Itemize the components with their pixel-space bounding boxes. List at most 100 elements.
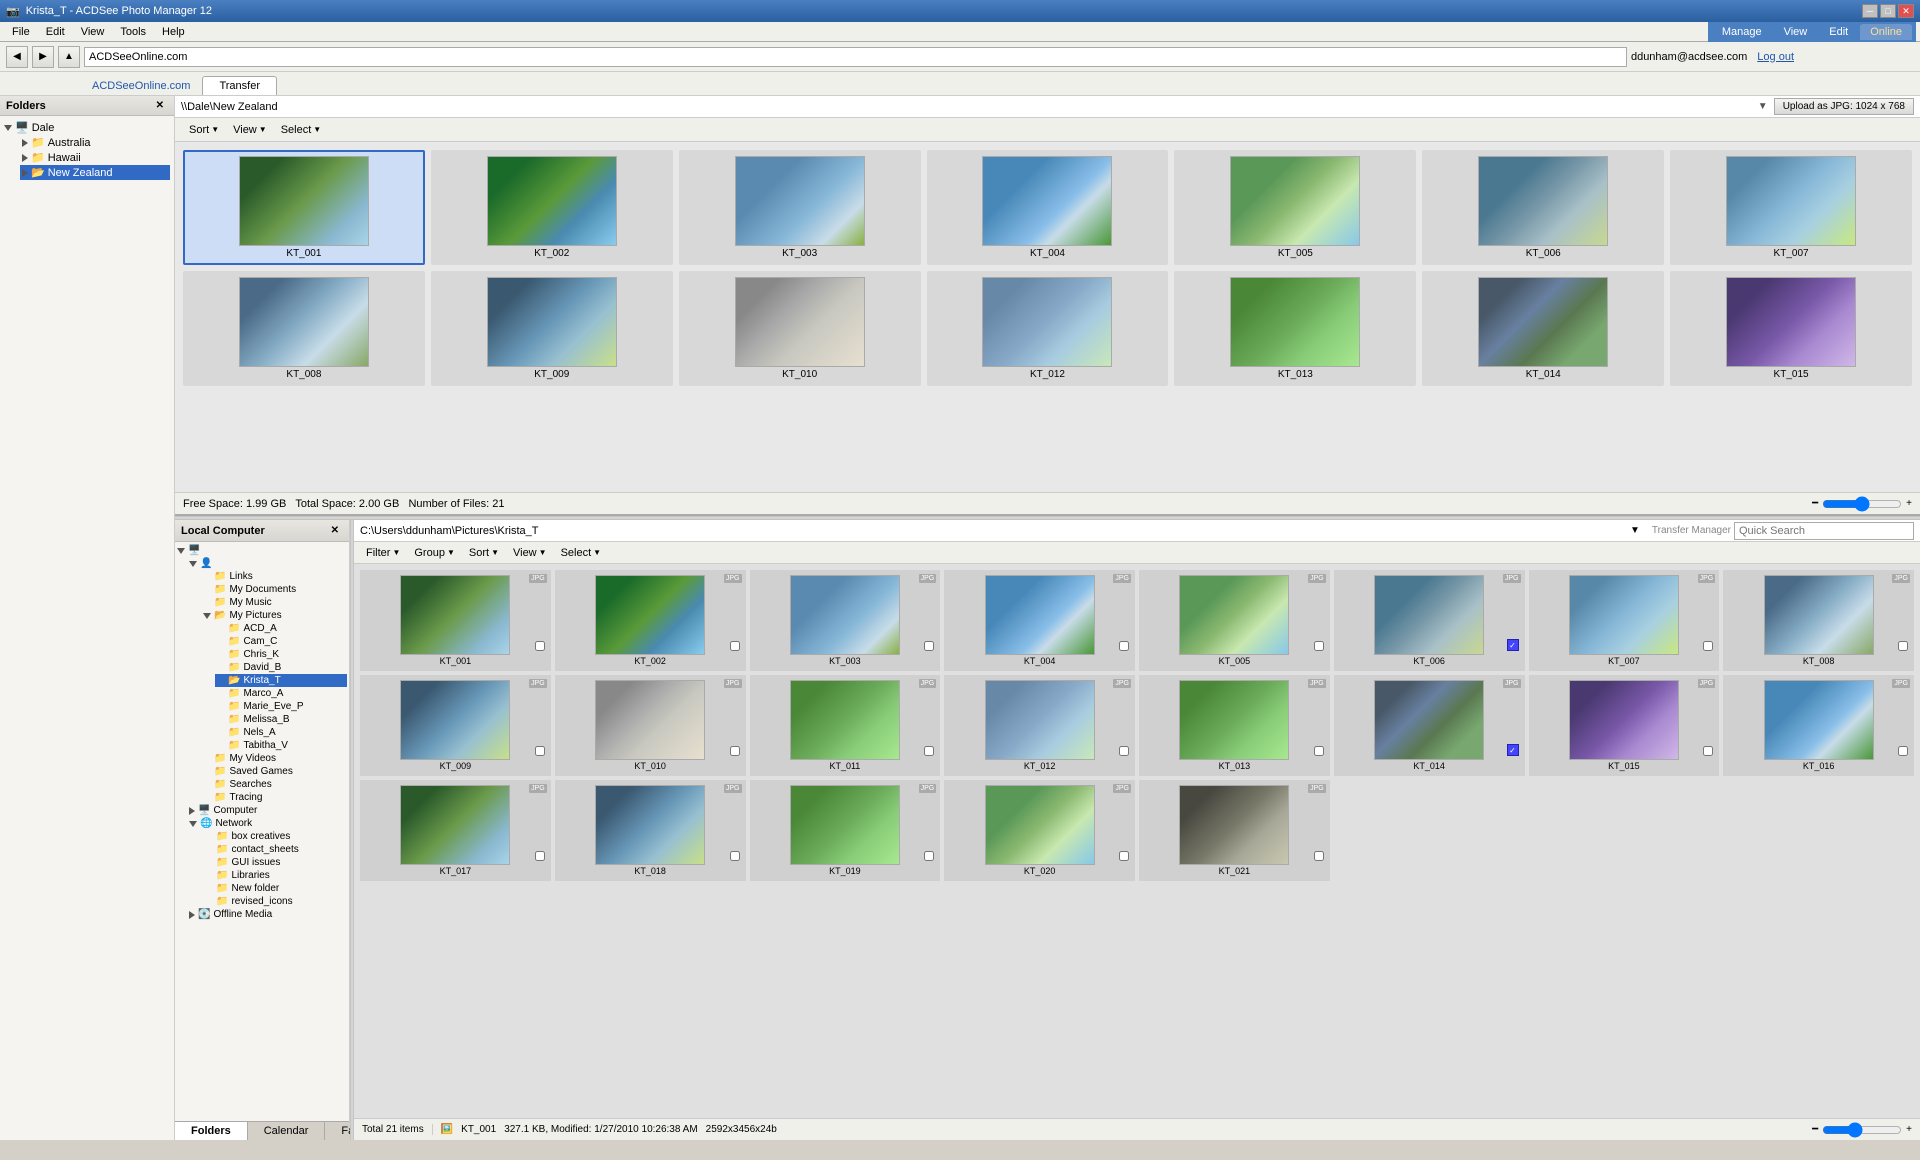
local-thumb-KT_009[interactable]: JPG KT_009	[360, 675, 551, 776]
local-folder-boxcreatives[interactable]: 📁 box creatives	[203, 830, 347, 843]
thumb-checkbox-KT_009[interactable]	[535, 746, 545, 756]
local-path-dropdown[interactable]: ▼	[1630, 525, 1640, 536]
up-button[interactable]: ▲	[58, 46, 80, 68]
thumb-checkbox-KT_003[interactable]	[924, 641, 934, 651]
local-folder-guiissues[interactable]: 📁 GUI issues	[203, 856, 347, 869]
local-thumb-KT_015[interactable]: JPG KT_015	[1529, 675, 1720, 776]
remote-thumb-KT_008[interactable]: KT_008	[183, 271, 425, 386]
thumb-checkbox-KT_002[interactable]	[730, 641, 740, 651]
local-thumb-KT_004[interactable]: JPG KT_004	[944, 570, 1135, 671]
local-thumb-KT_014[interactable]: JPG KT_014 ✓	[1334, 675, 1525, 776]
local-thumb-KT_010[interactable]: JPG KT_010	[555, 675, 746, 776]
thumb-checkbox-KT_004[interactable]	[1119, 641, 1129, 651]
local-thumb-KT_021[interactable]: JPG KT_021	[1139, 780, 1330, 881]
menu-edit[interactable]: Edit	[38, 24, 73, 40]
local-folder-mymusic[interactable]: 📁 My Music	[201, 596, 347, 609]
local-select-button[interactable]: Select ▼	[555, 545, 608, 561]
remote-thumb-KT_006[interactable]: KT_006	[1422, 150, 1664, 265]
local-thumb-KT_018[interactable]: JPG KT_018	[555, 780, 746, 881]
remote-path-input[interactable]	[181, 101, 1754, 113]
thumb-checkbox-KT_007[interactable]	[1703, 641, 1713, 651]
folder-dale[interactable]: 🖥️ Dale	[4, 120, 170, 135]
remote-thumb-KT_015[interactable]: KT_015	[1670, 271, 1912, 386]
remote-thumb-KT_004[interactable]: KT_004	[927, 150, 1169, 265]
thumb-checkbox-KT_015[interactable]	[1703, 746, 1713, 756]
logout-link[interactable]: Log out	[1757, 51, 1794, 63]
mode-tab-edit[interactable]: Edit	[1819, 24, 1858, 40]
minimize-button[interactable]: ─	[1862, 4, 1878, 18]
search-input[interactable]	[1734, 522, 1914, 540]
menu-tools[interactable]: Tools	[112, 24, 154, 40]
local-folder-libraries[interactable]: 📁 Libraries	[203, 869, 347, 882]
mode-tab-online[interactable]: Online	[1860, 24, 1912, 40]
local-folder-contactsheets[interactable]: 📁 contact_sheets	[203, 843, 347, 856]
local-close-button[interactable]: ✕	[327, 524, 343, 537]
zoom-slider-remote[interactable]	[1822, 498, 1902, 510]
remote-thumb-KT_001[interactable]: KT_001	[183, 150, 425, 265]
thumb-checkbox-KT_013[interactable]	[1314, 746, 1324, 756]
local-thumb-KT_006[interactable]: JPG KT_006 ✓	[1334, 570, 1525, 671]
thumb-checkbox-KT_011[interactable]	[924, 746, 934, 756]
local-folder-links[interactable]: 📁 Links	[201, 570, 347, 583]
local-group-button[interactable]: Group ▼	[408, 545, 461, 561]
back-button[interactable]: ◀	[6, 46, 28, 68]
local-folder-network[interactable]: 🌐 Network	[177, 817, 347, 830]
mode-tab-manage[interactable]: Manage	[1712, 24, 1772, 40]
folders-close-button[interactable]: ✕	[152, 99, 168, 112]
menu-help[interactable]: Help	[154, 24, 193, 40]
zoom-slider-local[interactable]	[1822, 1124, 1902, 1136]
local-folder-offlinemedia[interactable]: 💽 Offline Media	[177, 908, 347, 921]
local-folder-mypictures[interactable]: 📂 My Pictures	[201, 609, 347, 622]
folder-new-zealand[interactable]: 📂 New Zealand	[20, 165, 170, 180]
forward-button[interactable]: ▶	[32, 46, 54, 68]
local-thumb-KT_003[interactable]: JPG KT_003	[750, 570, 941, 671]
local-thumb-KT_001[interactable]: JPG KT_001	[360, 570, 551, 671]
zoom-in-local[interactable]: +	[1906, 1124, 1912, 1135]
close-button[interactable]: ✕	[1898, 4, 1914, 18]
local-thumb-KT_012[interactable]: JPG KT_012	[944, 675, 1135, 776]
local-folder-tracing[interactable]: 📁 Tracing	[201, 791, 347, 804]
local-folder-savedgames[interactable]: 📁 Saved Games	[201, 765, 347, 778]
local-folder-melissab[interactable]: 📁 Melissa_B	[215, 713, 347, 726]
address-bar[interactable]	[84, 47, 1627, 67]
local-view-button[interactable]: View ▼	[507, 545, 553, 561]
sort-button[interactable]: Sort ▼	[183, 122, 225, 138]
thumb-checkbox-KT_016[interactable]	[1898, 746, 1908, 756]
local-folder-davidb[interactable]: 📁 David_B	[215, 661, 347, 674]
folder-australia[interactable]: 📁 Australia	[20, 135, 170, 150]
local-thumb-KT_020[interactable]: JPG KT_020	[944, 780, 1135, 881]
tab-calendar[interactable]: Calendar	[248, 1122, 326, 1140]
thumb-checkbox-KT_005[interactable]	[1314, 641, 1324, 651]
tab-transfer[interactable]: Transfer	[202, 76, 277, 95]
local-sort-button[interactable]: Sort ▼	[463, 545, 505, 561]
local-folder-searches[interactable]: 📁 Searches	[201, 778, 347, 791]
menu-file[interactable]: File	[4, 24, 38, 40]
remote-thumb-KT_013[interactable]: KT_013	[1174, 271, 1416, 386]
remote-thumb-KT_003[interactable]: KT_003	[679, 150, 921, 265]
remote-thumb-KT_007[interactable]: KT_007	[1670, 150, 1912, 265]
thumb-checkbox-KT_001[interactable]	[535, 641, 545, 651]
zoom-out-remote[interactable]: ━	[1812, 498, 1818, 509]
thumb-checkbox-KT_012[interactable]	[1119, 746, 1129, 756]
local-folder-chrisk[interactable]: 📁 Chris_K	[215, 648, 347, 661]
remote-thumb-KT_010[interactable]: KT_010	[679, 271, 921, 386]
path-dropdown-arrow[interactable]: ▼	[1758, 101, 1768, 112]
local-thumb-KT_011[interactable]: JPG KT_011	[750, 675, 941, 776]
zoom-in-remote[interactable]: +	[1906, 498, 1912, 509]
menu-view[interactable]: View	[73, 24, 113, 40]
thumb-checkbox-KT_008[interactable]	[1898, 641, 1908, 651]
thumb-checkbox-KT_020[interactable]	[1119, 851, 1129, 861]
local-thumb-KT_002[interactable]: JPG KT_002	[555, 570, 746, 671]
remote-thumb-KT_009[interactable]: KT_009	[431, 271, 673, 386]
tab-folders[interactable]: Folders	[175, 1122, 248, 1140]
local-folder-nelsa[interactable]: 📁 Nels_A	[215, 726, 347, 739]
tab-acdsee-online[interactable]: ACDSeeOnline.com	[80, 77, 202, 95]
thumb-checkbox-KT_021[interactable]	[1314, 851, 1324, 861]
remote-thumb-KT_002[interactable]: KT_002	[431, 150, 673, 265]
filter-button[interactable]: Filter ▼	[360, 545, 406, 561]
local-folder-mariep[interactable]: 📁 Marie_Eve_P	[215, 700, 347, 713]
thumb-checkbox-KT_019[interactable]	[924, 851, 934, 861]
remote-thumb-KT_014[interactable]: KT_014	[1422, 271, 1664, 386]
local-folder-tabithav[interactable]: 📁 Tabitha_V	[215, 739, 347, 752]
remote-thumb-KT_005[interactable]: KT_005	[1174, 150, 1416, 265]
